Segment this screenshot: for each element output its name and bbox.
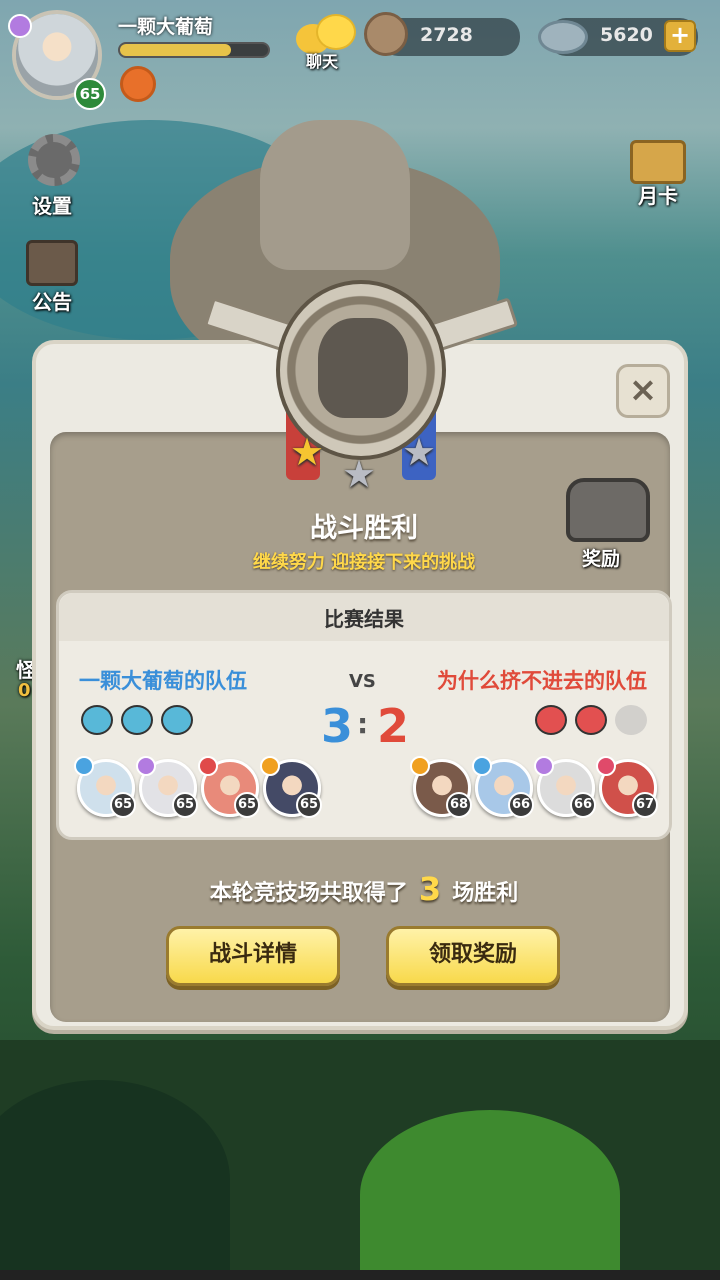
smiley-icon	[316, 14, 356, 50]
hero-element-icon	[410, 756, 430, 776]
hero-portrait[interactable]: 66	[534, 756, 596, 818]
currency-gold-value: 2728	[420, 24, 473, 46]
claim-reward-button[interactable]: 领取奖励	[386, 926, 560, 986]
hero-level: 66	[570, 792, 596, 818]
hero-level: 65	[296, 792, 322, 818]
vs-label: VS	[349, 671, 376, 692]
hero-element-icon	[136, 756, 156, 776]
hero-level: 66	[508, 792, 534, 818]
right-team-name: 为什么挤不进去的队伍	[437, 669, 647, 693]
hero-element-icon	[596, 756, 616, 776]
right-win-marker	[535, 705, 567, 735]
summary-suffix: 场胜利	[452, 881, 519, 906]
card-icon	[630, 140, 686, 184]
star-empty-icon: ★	[342, 452, 377, 496]
notice-board-icon	[26, 240, 78, 286]
stone-statue	[260, 120, 410, 270]
score-separator: :	[357, 707, 369, 740]
victory-emblem: ★ ★ ★	[203, 280, 519, 500]
hero-level: 65	[234, 792, 260, 818]
left-win-marker	[81, 705, 113, 735]
hero-element-icon	[472, 756, 492, 776]
bottom-edge	[0, 1270, 720, 1280]
hero-element-icon	[198, 756, 218, 776]
hero-level: 67	[632, 792, 658, 818]
left-win-marker	[161, 705, 193, 735]
hero-portrait[interactable]: 65	[198, 756, 260, 818]
settings-label: 设置	[32, 194, 72, 218]
add-currency-button[interactable]: +	[664, 20, 696, 52]
summary-line: 本轮竞技场共取得了 3 场胜利	[36, 870, 692, 908]
hero-portrait[interactable]: 66	[472, 756, 534, 818]
buff-icon[interactable]	[120, 66, 156, 102]
player-name: 一颗大葡萄	[118, 16, 214, 38]
hero-element-icon	[534, 756, 554, 776]
gear-icon	[28, 134, 80, 186]
settings-button[interactable]: 设置	[22, 134, 86, 218]
coin-icon	[364, 12, 408, 56]
chat-button[interactable]: 聊天	[296, 14, 366, 71]
chat-label: 聊天	[306, 52, 339, 71]
monthly-card-label: 月卡	[638, 184, 678, 208]
star-empty-icon: ★	[402, 430, 437, 474]
player-level-badge: 65	[74, 78, 106, 110]
result-header: 比赛结果	[324, 607, 404, 631]
hero-portrait[interactable]: 65	[74, 756, 136, 818]
hero-element-icon	[74, 756, 94, 776]
hero-portrait[interactable]: 65	[260, 756, 322, 818]
hero-element-icon	[260, 756, 280, 776]
hero-level: 68	[446, 792, 472, 818]
star-earned-icon: ★	[290, 430, 325, 474]
partial-side-value: 0	[18, 680, 31, 701]
palm-leaves	[360, 1110, 620, 1280]
currency-gem-value: 5620	[600, 24, 653, 46]
notice-label: 公告	[32, 290, 72, 314]
hero-portrait[interactable]: 65	[136, 756, 198, 818]
hero-portrait[interactable]: 68	[410, 756, 472, 818]
match-result-panel: 比赛结果 一颗大葡萄的队伍 VS 为什么挤不进去的队伍 3 : 2 65 65 65…	[56, 590, 672, 840]
shell-icon	[538, 20, 588, 54]
close-button[interactable]: ×	[616, 364, 670, 418]
exp-bar	[118, 42, 270, 58]
win-count: 3	[418, 870, 442, 908]
wolf-head-icon	[318, 318, 408, 418]
battle-details-button[interactable]: 战斗详情	[166, 926, 340, 986]
element-icon	[8, 14, 32, 38]
chest-icon	[566, 478, 650, 542]
hero-level: 65	[110, 792, 136, 818]
left-team-name: 一颗大葡萄的队伍	[79, 669, 247, 693]
hero-portrait[interactable]: 67	[596, 756, 658, 818]
empty-win-slot	[615, 705, 647, 735]
hero-level: 65	[172, 792, 198, 818]
right-win-marker	[575, 705, 607, 735]
left-score: 3	[321, 699, 354, 753]
reward-label: 奖励	[582, 548, 621, 570]
right-score: 2	[377, 699, 410, 753]
monthly-card-button[interactable]: 月卡	[624, 136, 694, 212]
summary-prefix: 本轮竞技场共取得了	[209, 881, 408, 906]
notice-button[interactable]: 公告	[18, 236, 88, 316]
left-win-marker	[121, 705, 153, 735]
reward-chest-button[interactable]: 奖励	[562, 474, 654, 574]
